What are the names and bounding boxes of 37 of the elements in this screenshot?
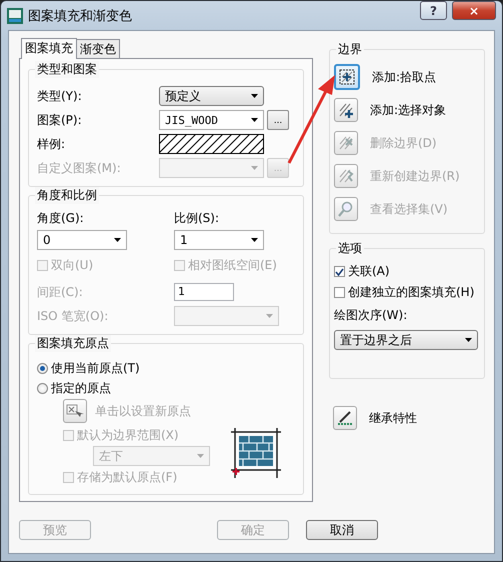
field-label: 样例: xyxy=(37,136,66,152)
window-title: 图案填充和渐变色 xyxy=(28,8,132,24)
field-label: 类型(Y): xyxy=(37,88,83,104)
dropdown[interactable]: JIS_WOOD xyxy=(159,110,264,130)
radio-label: 使用当前原点(T) xyxy=(51,360,140,376)
checkbox-label: 关联(A) xyxy=(348,263,390,280)
boundary-button[interactable]: 添加:拾取点 xyxy=(334,62,436,92)
field-label: 自定义图案(M): xyxy=(37,160,122,176)
dialog-button[interactable]: 取消 xyxy=(306,520,378,540)
checkbox-label: 双向(U) xyxy=(51,256,94,274)
checkbox-label: 默认为边界范围(X) xyxy=(77,426,179,444)
group-title: 图案填充原点 xyxy=(35,335,111,352)
field-label: 角度(G): xyxy=(37,210,85,227)
group-title: 选项 xyxy=(336,240,364,257)
field-label: 图案(P): xyxy=(37,112,83,128)
checkbox-label: 相对图纸空间(E) xyxy=(188,256,277,274)
field-label: 绘图次序(W): xyxy=(334,307,408,324)
inherit-properties-button[interactable]: 继承特性 xyxy=(333,403,485,433)
tab[interactable]: 渐变色 xyxy=(76,39,120,58)
tab[interactable]: 图案填充 xyxy=(21,38,77,59)
dropdown[interactable]: 置于边界之后 xyxy=(334,330,478,350)
field-label: 比例(S): xyxy=(174,210,220,227)
dropdown[interactable]: 预定义 xyxy=(159,86,264,106)
browse-button[interactable]: ... xyxy=(267,110,289,130)
checkbox-label: 创建独立的图案填充(H) xyxy=(348,284,474,301)
group-title: 类型和图案 xyxy=(35,61,99,78)
set-origin-label: 单击以设置新原点 xyxy=(95,402,191,420)
group-title: 角度和比例 xyxy=(35,187,99,204)
boundary-button[interactable]: 添加:选择对象 xyxy=(334,95,446,125)
dropdown[interactable]: 0 xyxy=(37,230,127,250)
field-label: ISO 笔宽(O): xyxy=(37,308,110,324)
help-button[interactable]: ? xyxy=(420,1,447,20)
dropdown[interactable]: 1 xyxy=(174,230,264,250)
checkbox-label: 存储为默认原点(F) xyxy=(77,468,178,486)
close-button[interactable]: × xyxy=(452,1,496,20)
radio-label: 指定的原点 xyxy=(51,380,111,396)
field-label: 间距(C): xyxy=(37,284,84,300)
